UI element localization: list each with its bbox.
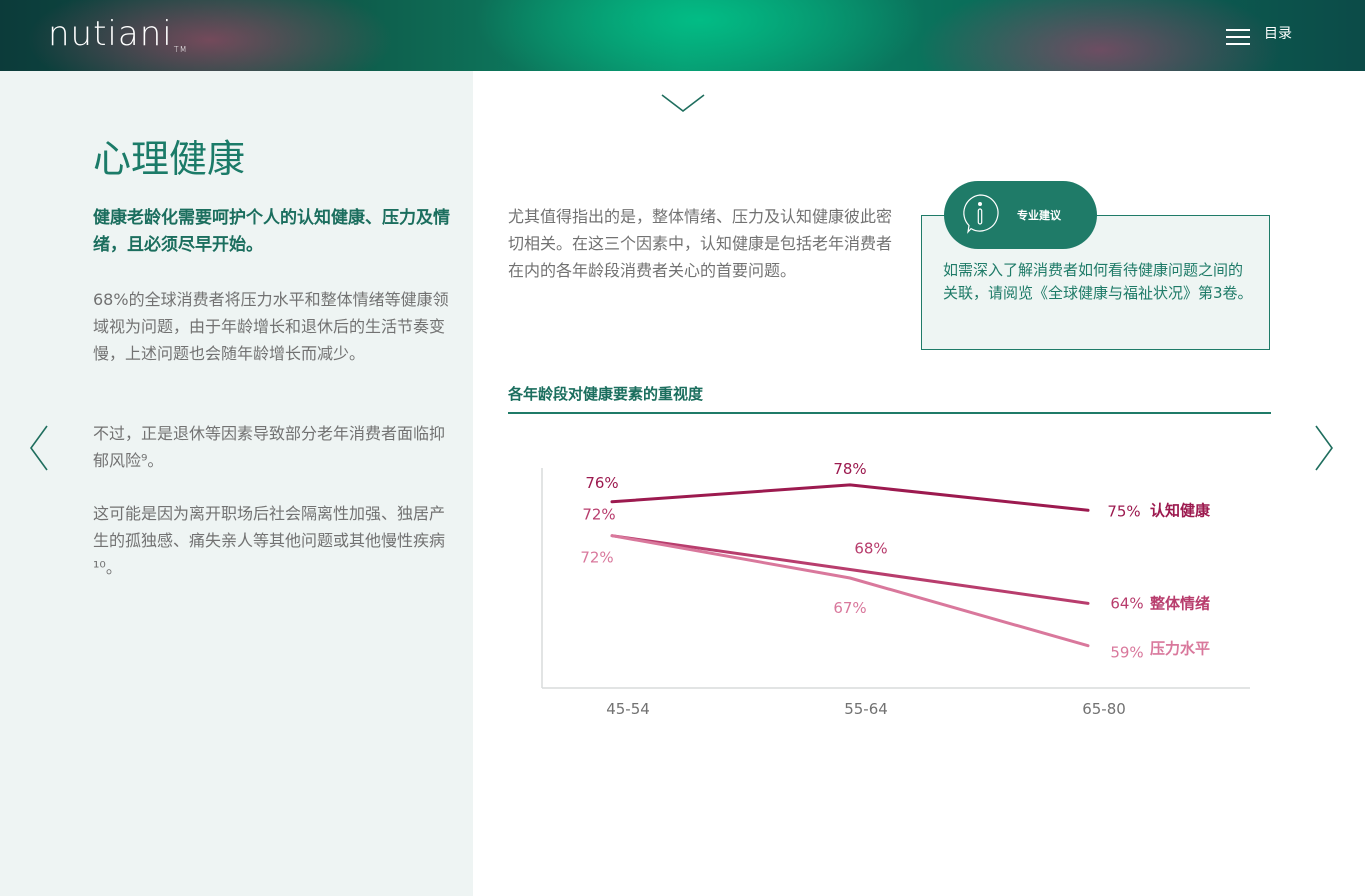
- data-label-0-2: 75%: [1107, 502, 1140, 520]
- series-name-label-0: 认知健康: [1150, 501, 1211, 519]
- top-banner: nutianiTM 目录: [0, 0, 1365, 71]
- body-paragraph-1: 68%的全球消费者将压力水平和整体情绪等健康领域视为问题，由于年龄增长和退休后的…: [93, 290, 449, 363]
- chevron-down-icon[interactable]: [660, 92, 706, 118]
- lead-paragraph: 健康老龄化需要呵护个人的认知健康、压力及情绪，且必须尽早开始。: [93, 208, 450, 255]
- menu-label[interactable]: 目录: [1264, 23, 1292, 43]
- x-tick-label-0: 45-54: [606, 700, 650, 718]
- chart-title-divider: [508, 412, 1271, 414]
- series-line-0: [610, 483, 1090, 512]
- data-label-2-0: 72%: [580, 549, 613, 567]
- data-label-2-2: 59%: [1110, 644, 1143, 662]
- x-tick-label-2: 65-80: [1082, 700, 1126, 718]
- chevron-left-icon[interactable]: [28, 424, 50, 476]
- advice-tag: 专业建议: [1017, 209, 1061, 222]
- data-label-2-1: 67%: [833, 599, 866, 617]
- page-title: 心理健康: [93, 137, 246, 181]
- line-chart: 45-54 55-64 65-80 76% 78% 75% 认知健康 72% 68% 64% 整体情…: [541, 460, 1250, 718]
- advice-text[interactable]: 如需深入了解消费者如何看待健康问题之间的关联，请阅览《全球健康与福祉状况》第3卷…: [943, 259, 1255, 305]
- advice-badge: 专业建议: [944, 181, 1097, 249]
- data-label-0-0: 76%: [585, 474, 618, 492]
- chart-title: 各年龄段对健康要素的重视度: [508, 385, 704, 403]
- nutiani-logo[interactable]: nutianiTM: [48, 14, 188, 54]
- body-paragraph-3: 这可能是因为离开职场后社会隔离性加强、独居产生的孤独感、痛失亲人等其他问题或其他…: [93, 504, 446, 577]
- info-icon: [959, 192, 1001, 238]
- series-name-label-1: 整体情绪: [1150, 594, 1210, 612]
- series-line-1: [610, 534, 1090, 605]
- logo-trademark: TM: [173, 45, 188, 54]
- series-name-label-2: 压力水平: [1150, 640, 1210, 658]
- data-label-1-0: 72%: [582, 506, 615, 524]
- hamburger-icon[interactable]: [1226, 26, 1250, 46]
- intro-paragraph: 尤其值得指出的是，整体情绪、压力及认知健康彼此密切相关。在这三个因素中，认知健康…: [508, 207, 893, 280]
- body-paragraph-2: 不过，正是退休等因素导致部分老年消费者面临抑郁风险⁹。: [93, 424, 446, 470]
- left-panel: [0, 71, 473, 896]
- logo-text: nutiani: [48, 14, 173, 54]
- x-tick-label-1: 55-64: [844, 700, 888, 718]
- menu-button[interactable]: 目录: [1226, 22, 1292, 50]
- data-label-1-1: 68%: [854, 540, 887, 558]
- data-label-0-1: 78%: [833, 460, 866, 478]
- series-line-2: [610, 534, 1090, 648]
- data-label-1-2: 64%: [1110, 594, 1143, 612]
- chevron-right-icon[interactable]: [1313, 424, 1335, 476]
